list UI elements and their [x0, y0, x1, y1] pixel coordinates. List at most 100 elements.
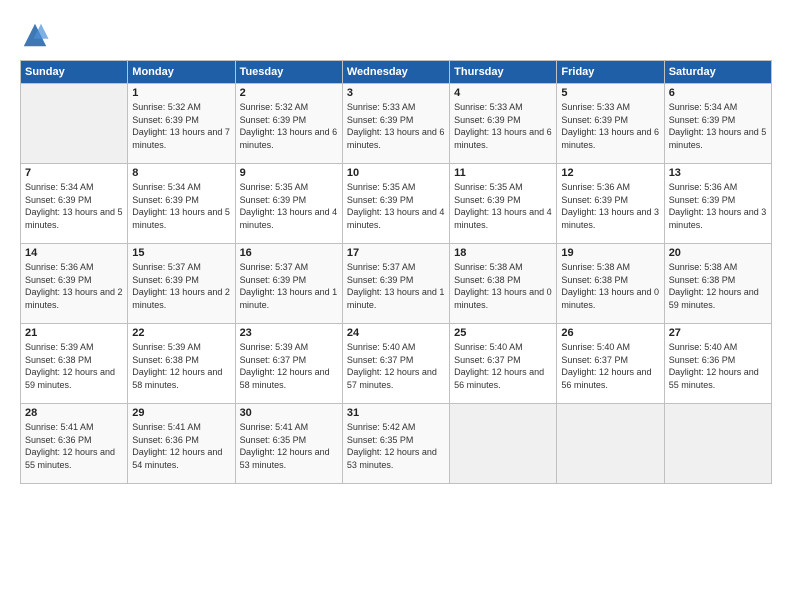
day-info: Sunrise: 5:35 AMSunset: 6:39 PMDaylight:… — [347, 181, 445, 231]
calendar-cell: 3 Sunrise: 5:33 AMSunset: 6:39 PMDayligh… — [342, 84, 449, 164]
day-info: Sunrise: 5:40 AMSunset: 6:37 PMDaylight:… — [561, 341, 659, 391]
day-number: 30 — [240, 407, 338, 419]
day-number: 4 — [454, 87, 552, 99]
calendar-week-row: 21 Sunrise: 5:39 AMSunset: 6:38 PMDaylig… — [21, 324, 772, 404]
day-number: 13 — [669, 167, 767, 179]
calendar-cell: 27 Sunrise: 5:40 AMSunset: 6:36 PMDaylig… — [664, 324, 771, 404]
calendar-table: SundayMondayTuesdayWednesdayThursdayFrid… — [20, 60, 772, 484]
calendar-cell: 23 Sunrise: 5:39 AMSunset: 6:37 PMDaylig… — [235, 324, 342, 404]
day-number: 5 — [561, 87, 659, 99]
calendar-cell: 24 Sunrise: 5:40 AMSunset: 6:37 PMDaylig… — [342, 324, 449, 404]
day-info: Sunrise: 5:41 AMSunset: 6:36 PMDaylight:… — [25, 421, 123, 471]
day-number: 26 — [561, 327, 659, 339]
day-number: 27 — [669, 327, 767, 339]
calendar-cell: 5 Sunrise: 5:33 AMSunset: 6:39 PMDayligh… — [557, 84, 664, 164]
calendar-cell — [450, 404, 557, 484]
calendar-week-row: 7 Sunrise: 5:34 AMSunset: 6:39 PMDayligh… — [21, 164, 772, 244]
day-info: Sunrise: 5:35 AMSunset: 6:39 PMDaylight:… — [240, 181, 338, 231]
calendar-cell: 29 Sunrise: 5:41 AMSunset: 6:36 PMDaylig… — [128, 404, 235, 484]
day-number: 28 — [25, 407, 123, 419]
day-number: 11 — [454, 167, 552, 179]
calendar-week-row: 14 Sunrise: 5:36 AMSunset: 6:39 PMDaylig… — [21, 244, 772, 324]
header-tuesday: Tuesday — [235, 61, 342, 84]
day-number: 31 — [347, 407, 445, 419]
calendar-cell: 17 Sunrise: 5:37 AMSunset: 6:39 PMDaylig… — [342, 244, 449, 324]
header-monday: Monday — [128, 61, 235, 84]
day-info: Sunrise: 5:40 AMSunset: 6:37 PMDaylight:… — [347, 341, 445, 391]
day-number: 1 — [132, 87, 230, 99]
calendar-cell: 31 Sunrise: 5:42 AMSunset: 6:35 PMDaylig… — [342, 404, 449, 484]
day-info: Sunrise: 5:33 AMSunset: 6:39 PMDaylight:… — [347, 101, 445, 151]
day-info: Sunrise: 5:41 AMSunset: 6:36 PMDaylight:… — [132, 421, 230, 471]
day-info: Sunrise: 5:34 AMSunset: 6:39 PMDaylight:… — [25, 181, 123, 231]
day-number: 22 — [132, 327, 230, 339]
calendar-cell — [557, 404, 664, 484]
day-number: 6 — [669, 87, 767, 99]
day-info: Sunrise: 5:37 AMSunset: 6:39 PMDaylight:… — [347, 261, 445, 311]
calendar-cell: 22 Sunrise: 5:39 AMSunset: 6:38 PMDaylig… — [128, 324, 235, 404]
day-number: 12 — [561, 167, 659, 179]
day-number: 10 — [347, 167, 445, 179]
day-info: Sunrise: 5:42 AMSunset: 6:35 PMDaylight:… — [347, 421, 445, 471]
day-number: 19 — [561, 247, 659, 259]
day-info: Sunrise: 5:37 AMSunset: 6:39 PMDaylight:… — [132, 261, 230, 311]
calendar-cell: 30 Sunrise: 5:41 AMSunset: 6:35 PMDaylig… — [235, 404, 342, 484]
calendar-cell: 10 Sunrise: 5:35 AMSunset: 6:39 PMDaylig… — [342, 164, 449, 244]
day-number: 16 — [240, 247, 338, 259]
calendar-cell: 16 Sunrise: 5:37 AMSunset: 6:39 PMDaylig… — [235, 244, 342, 324]
day-info: Sunrise: 5:34 AMSunset: 6:39 PMDaylight:… — [669, 101, 767, 151]
page-header — [20, 20, 772, 50]
calendar-cell: 18 Sunrise: 5:38 AMSunset: 6:38 PMDaylig… — [450, 244, 557, 324]
day-info: Sunrise: 5:38 AMSunset: 6:38 PMDaylight:… — [454, 261, 552, 311]
day-info: Sunrise: 5:34 AMSunset: 6:39 PMDaylight:… — [132, 181, 230, 231]
calendar-cell: 13 Sunrise: 5:36 AMSunset: 6:39 PMDaylig… — [664, 164, 771, 244]
calendar-cell — [664, 404, 771, 484]
header-friday: Friday — [557, 61, 664, 84]
day-number: 15 — [132, 247, 230, 259]
day-number: 23 — [240, 327, 338, 339]
calendar-cell: 12 Sunrise: 5:36 AMSunset: 6:39 PMDaylig… — [557, 164, 664, 244]
calendar-cell — [21, 84, 128, 164]
day-info: Sunrise: 5:35 AMSunset: 6:39 PMDaylight:… — [454, 181, 552, 231]
day-info: Sunrise: 5:32 AMSunset: 6:39 PMDaylight:… — [132, 101, 230, 151]
calendar-cell: 21 Sunrise: 5:39 AMSunset: 6:38 PMDaylig… — [21, 324, 128, 404]
calendar-cell: 11 Sunrise: 5:35 AMSunset: 6:39 PMDaylig… — [450, 164, 557, 244]
day-info: Sunrise: 5:40 AMSunset: 6:37 PMDaylight:… — [454, 341, 552, 391]
day-number: 18 — [454, 247, 552, 259]
day-number: 29 — [132, 407, 230, 419]
day-number: 21 — [25, 327, 123, 339]
calendar-cell: 8 Sunrise: 5:34 AMSunset: 6:39 PMDayligh… — [128, 164, 235, 244]
logo — [20, 20, 54, 50]
calendar-week-row: 1 Sunrise: 5:32 AMSunset: 6:39 PMDayligh… — [21, 84, 772, 164]
day-info: Sunrise: 5:33 AMSunset: 6:39 PMDaylight:… — [561, 101, 659, 151]
calendar-week-row: 28 Sunrise: 5:41 AMSunset: 6:36 PMDaylig… — [21, 404, 772, 484]
day-info: Sunrise: 5:39 AMSunset: 6:38 PMDaylight:… — [25, 341, 123, 391]
calendar-cell: 25 Sunrise: 5:40 AMSunset: 6:37 PMDaylig… — [450, 324, 557, 404]
day-number: 20 — [669, 247, 767, 259]
day-number: 24 — [347, 327, 445, 339]
day-info: Sunrise: 5:38 AMSunset: 6:38 PMDaylight:… — [561, 261, 659, 311]
day-info: Sunrise: 5:36 AMSunset: 6:39 PMDaylight:… — [25, 261, 123, 311]
calendar-cell: 7 Sunrise: 5:34 AMSunset: 6:39 PMDayligh… — [21, 164, 128, 244]
day-number: 17 — [347, 247, 445, 259]
day-info: Sunrise: 5:33 AMSunset: 6:39 PMDaylight:… — [454, 101, 552, 151]
calendar-cell: 14 Sunrise: 5:36 AMSunset: 6:39 PMDaylig… — [21, 244, 128, 324]
day-number: 2 — [240, 87, 338, 99]
calendar-cell: 2 Sunrise: 5:32 AMSunset: 6:39 PMDayligh… — [235, 84, 342, 164]
header-sunday: Sunday — [21, 61, 128, 84]
calendar-cell: 20 Sunrise: 5:38 AMSunset: 6:38 PMDaylig… — [664, 244, 771, 324]
day-number: 3 — [347, 87, 445, 99]
calendar-cell: 19 Sunrise: 5:38 AMSunset: 6:38 PMDaylig… — [557, 244, 664, 324]
day-info: Sunrise: 5:36 AMSunset: 6:39 PMDaylight:… — [669, 181, 767, 231]
day-info: Sunrise: 5:41 AMSunset: 6:35 PMDaylight:… — [240, 421, 338, 471]
calendar-cell: 4 Sunrise: 5:33 AMSunset: 6:39 PMDayligh… — [450, 84, 557, 164]
day-info: Sunrise: 5:39 AMSunset: 6:38 PMDaylight:… — [132, 341, 230, 391]
day-number: 25 — [454, 327, 552, 339]
day-info: Sunrise: 5:40 AMSunset: 6:36 PMDaylight:… — [669, 341, 767, 391]
calendar-cell: 15 Sunrise: 5:37 AMSunset: 6:39 PMDaylig… — [128, 244, 235, 324]
header-wednesday: Wednesday — [342, 61, 449, 84]
calendar-cell: 9 Sunrise: 5:35 AMSunset: 6:39 PMDayligh… — [235, 164, 342, 244]
day-number: 7 — [25, 167, 123, 179]
day-info: Sunrise: 5:39 AMSunset: 6:37 PMDaylight:… — [240, 341, 338, 391]
day-number: 9 — [240, 167, 338, 179]
